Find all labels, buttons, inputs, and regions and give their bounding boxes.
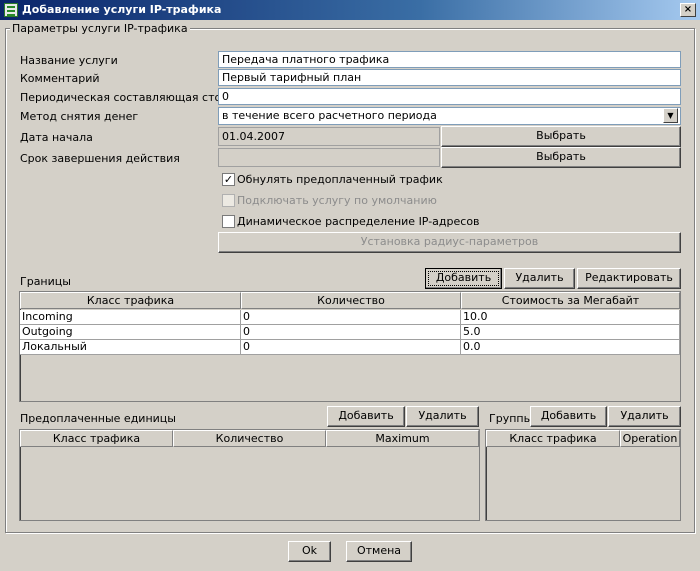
close-button[interactable]: × — [680, 3, 696, 17]
prepaid-table: Класс трафика Количество Maximum — [19, 429, 480, 521]
borders-cell: 5.0 — [461, 325, 680, 340]
prepaid-title: Предоплаченные единицы — [20, 412, 176, 425]
borders-remove-button[interactable]: Удалить — [504, 268, 575, 289]
close-icon: × — [683, 4, 693, 15]
reset-prepaid-checkbox[interactable]: ✓ — [222, 173, 235, 186]
prepaid-col-class[interactable]: Класс трафика — [20, 430, 173, 447]
end-date-field — [218, 148, 440, 167]
withdraw-method-label: Метод снятия денег — [20, 110, 139, 123]
window-title: Добавление услуги IP-трафика — [22, 3, 222, 16]
service-name-label: Название услуги — [20, 54, 118, 67]
borders-add-button[interactable]: Добавить — [425, 268, 502, 289]
groups-col-operation[interactable]: Operation — [620, 430, 680, 447]
borders-cell: 0 — [241, 325, 461, 340]
dynamic-ip-label: Динамическое распределение IP-адресов — [237, 215, 480, 228]
cancel-button[interactable]: Отмена — [346, 541, 412, 562]
groups-table: Класс трафика Operation — [485, 429, 681, 521]
groups-add-button[interactable]: Добавить — [530, 406, 607, 427]
start-date-label: Дата начала — [20, 131, 93, 144]
withdraw-method-select[interactable]: в течение всего расчетного периода — [218, 107, 681, 125]
prepaid-col-quantity[interactable]: Количество — [173, 430, 326, 447]
service-params-group-title: Параметры услуги IP-трафика — [10, 22, 190, 35]
prepaid-add-button[interactable]: Добавить — [327, 406, 405, 427]
withdraw-method-value: в течение всего расчетного периода — [222, 109, 437, 122]
borders-title: Границы — [20, 275, 71, 288]
prepaid-col-maximum[interactable]: Maximum — [326, 430, 479, 447]
borders-table: Класс трафика Количество Стоимость за Ме… — [19, 291, 681, 402]
borders-col-cost[interactable]: Стоимость за Мегабайт — [461, 292, 680, 309]
groups-title: Группы — [489, 412, 533, 425]
end-date-select-button[interactable]: Выбрать — [441, 147, 681, 168]
borders-cell: Локальный — [20, 340, 241, 355]
default-service-label: Подключать услугу по умолчанию — [237, 194, 437, 207]
borders-edit-button[interactable]: Редактировать — [577, 268, 681, 289]
borders-cell: 0 — [241, 340, 461, 355]
borders-cell: Incoming — [20, 310, 241, 325]
groups-remove-button[interactable]: Удалить — [608, 406, 681, 427]
prepaid-remove-button[interactable]: Удалить — [406, 406, 479, 427]
table-row[interactable]: Локальный 0 0.0 — [20, 340, 680, 355]
borders-cell: Outgoing — [20, 325, 241, 340]
start-date-field: 01.04.2007 — [218, 127, 440, 146]
app-icon — [4, 3, 18, 17]
periodic-cost-input[interactable]: 0 — [218, 88, 681, 105]
title-bar[interactable]: Добавление услуги IP-трафика × — [0, 0, 700, 20]
reset-prepaid-label: Обнулять предоплаченный трафик — [237, 173, 443, 186]
comment-label: Комментарий — [20, 72, 100, 85]
dropdown-arrow-button[interactable]: ▼ — [663, 108, 678, 123]
radius-params-button[interactable]: Установка радиус-параметров — [218, 232, 681, 253]
borders-col-class[interactable]: Класс трафика — [20, 292, 241, 309]
ok-button[interactable]: Ok — [288, 541, 331, 562]
end-date-label: Срок завершения действия — [20, 152, 180, 165]
default-service-checkbox[interactable] — [222, 194, 235, 207]
borders-cell: 10.0 — [461, 310, 680, 325]
dynamic-ip-checkbox[interactable] — [222, 215, 235, 228]
table-row[interactable]: Incoming 0 10.0 — [20, 310, 680, 325]
borders-cell: 0.0 — [461, 340, 680, 355]
start-date-select-button[interactable]: Выбрать — [441, 126, 681, 147]
groups-col-class[interactable]: Класс трафика — [486, 430, 620, 447]
service-name-input[interactable]: Передача платного трафика — [218, 51, 681, 68]
chevron-down-icon: ▼ — [667, 111, 674, 120]
comment-input[interactable]: Первый тарифный план — [218, 69, 681, 86]
borders-col-quantity[interactable]: Количество — [241, 292, 461, 309]
borders-cell: 0 — [241, 310, 461, 325]
table-row[interactable]: Outgoing 0 5.0 — [20, 325, 680, 340]
